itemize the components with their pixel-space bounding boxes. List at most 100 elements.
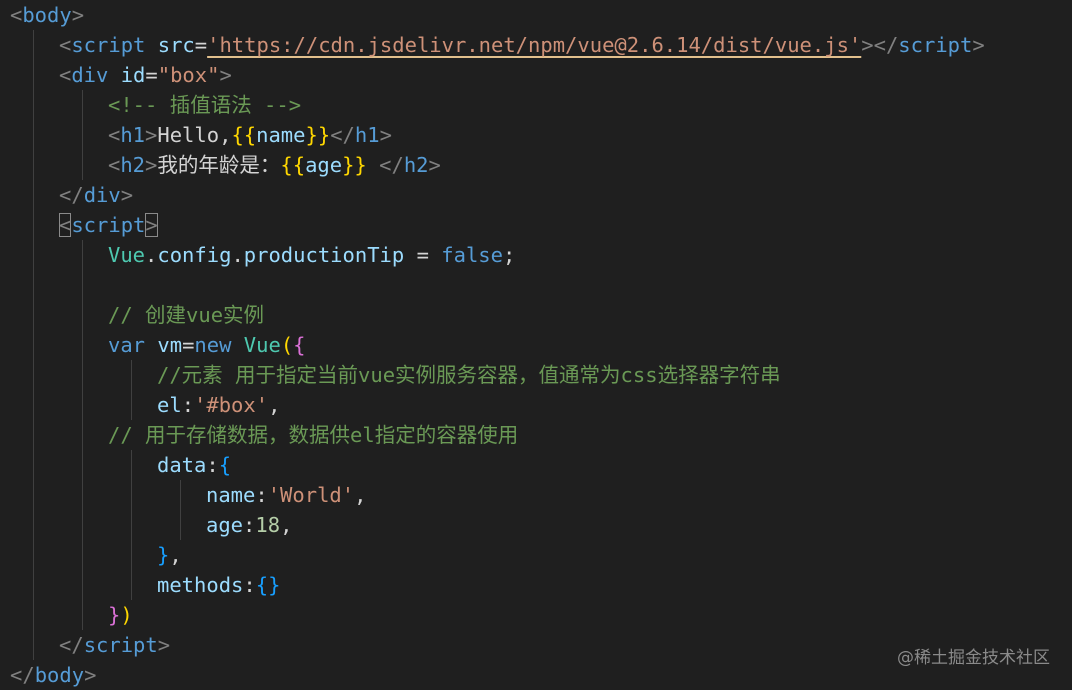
code-token: vm <box>157 333 183 357</box>
code-token: script <box>898 33 973 57</box>
code-token: : <box>243 573 256 597</box>
indent-guide <box>180 480 181 540</box>
indent-guide <box>33 30 34 660</box>
code-token: = <box>404 243 442 267</box>
code-line[interactable]: // 用于存储数据，数据供el指定的容器使用 <box>108 420 518 450</box>
code-token: </ <box>330 123 355 147</box>
code-token: name <box>206 483 256 507</box>
indent-guide <box>82 240 83 630</box>
code-token: el <box>157 393 182 417</box>
code-token: ; <box>502 243 516 267</box>
code-token: Vue <box>108 243 146 267</box>
code-token: </ <box>10 663 35 687</box>
code-token: }} <box>305 123 331 147</box>
code-token: </ <box>59 183 84 207</box>
indent-guide <box>131 360 132 420</box>
code-token: < <box>59 33 72 57</box>
code-token: , <box>354 483 367 507</box>
code-token: h1 <box>354 123 380 147</box>
code-token: } <box>108 603 121 627</box>
code-token: div <box>83 183 121 207</box>
code-line[interactable]: </body> <box>10 660 96 690</box>
code-token: : <box>255 483 268 507</box>
code-line[interactable]: el:'#box', <box>157 390 280 420</box>
code-token: < <box>10 3 23 27</box>
code-token: '#box' <box>194 393 269 417</box>
code-line[interactable]: }, <box>157 540 182 570</box>
code-token: < <box>59 63 72 87</box>
code-token: ></ <box>861 33 899 57</box>
code-token: 我的年龄是： <box>157 153 281 177</box>
code-token: > <box>71 3 85 27</box>
code-token: ( <box>280 333 294 357</box>
code-token: h2 <box>403 153 429 177</box>
indent-guide <box>82 90 83 180</box>
code-token: : <box>181 393 195 417</box>
code-token: 'World' <box>267 483 355 507</box>
code-line[interactable]: <!-- 插值语法 --> <box>108 90 301 120</box>
code-token: }} <box>342 153 367 177</box>
code-line[interactable]: age:18, <box>206 510 292 540</box>
code-token: > <box>145 123 158 147</box>
code-token: > <box>157 633 171 657</box>
code-token: Vue <box>243 333 281 357</box>
code-line[interactable]: <script src='https://cdn.jsdelivr.net/np… <box>59 30 985 60</box>
code-token: > <box>145 153 158 177</box>
code-line[interactable]: <h2>我的年龄是：{{age}} </h2> <box>108 150 441 180</box>
code-line[interactable]: <body> <box>10 0 84 30</box>
code-token: > <box>219 63 232 87</box>
code-token: body <box>22 3 72 27</box>
code-line[interactable]: //元素 用于指定当前vue实例服务容器，值通常为css选择器字符串 <box>157 360 781 390</box>
code-line[interactable]: <h1>Hello,{{name}}</h1> <box>108 120 392 150</box>
code-line[interactable]: var vm=new Vue({ <box>108 330 306 360</box>
code-line[interactable]: Vue.config.productionTip = false; <box>108 240 515 270</box>
code-line[interactable]: <script> <box>59 210 158 240</box>
code-line[interactable]: name:'World', <box>206 480 366 510</box>
code-line[interactable]: </script> <box>59 630 170 660</box>
code-line[interactable]: // 创建vue实例 <box>108 300 264 330</box>
code-token: {{ <box>280 153 306 177</box>
code-line[interactable]: <div id="box"> <box>59 60 232 90</box>
code-token: name <box>256 123 306 147</box>
code-token: age <box>206 513 244 537</box>
code-token: </ <box>379 153 404 177</box>
code-token: productionTip <box>243 243 405 267</box>
code-line[interactable]: </div> <box>59 180 133 210</box>
code-line[interactable]: }) <box>108 600 133 630</box>
code-editor[interactable]: <body> <script src='https://cdn.jsdelivr.… <box>0 0 1072 688</box>
code-token: h1 <box>120 123 146 147</box>
code-token: div <box>71 63 109 87</box>
code-token: Hello, <box>157 123 232 147</box>
code-token: // 创建vue实例 <box>108 303 265 327</box>
code-token: //元素 用于指定当前vue实例服务容器，值通常为css选择器字符串 <box>157 363 781 387</box>
code-token: > <box>972 33 985 57</box>
code-token: > <box>84 663 97 687</box>
code-token: < <box>59 213 72 237</box>
code-token: > <box>145 213 158 237</box>
code-token: script <box>71 213 146 237</box>
code-line[interactable]: methods:{} <box>157 570 280 600</box>
code-token: = <box>182 333 195 357</box>
code-token: age <box>305 153 343 177</box>
watermark: @稀土掘金技术社区 <box>897 648 1050 668</box>
code-token: . <box>145 243 158 267</box>
code-token: config <box>157 243 232 267</box>
code-token: = <box>145 63 158 87</box>
code-token: : <box>206 453 219 477</box>
code-token: = <box>194 33 208 57</box>
code-line[interactable]: data:{ <box>157 450 231 480</box>
code-token: id <box>120 63 146 87</box>
code-token: , <box>280 513 293 537</box>
code-token: // 用于存储数据，数据供el指定的容器使用 <box>108 423 519 447</box>
code-token: 18 <box>255 513 281 537</box>
code-token: {{ <box>231 123 257 147</box>
code-token: <!-- 插值语法 --> <box>108 93 302 117</box>
code-token: </ <box>59 633 84 657</box>
code-token: new <box>194 333 232 357</box>
code-token: false <box>441 243 503 267</box>
code-token: script <box>71 33 146 57</box>
code-token: > <box>120 183 134 207</box>
